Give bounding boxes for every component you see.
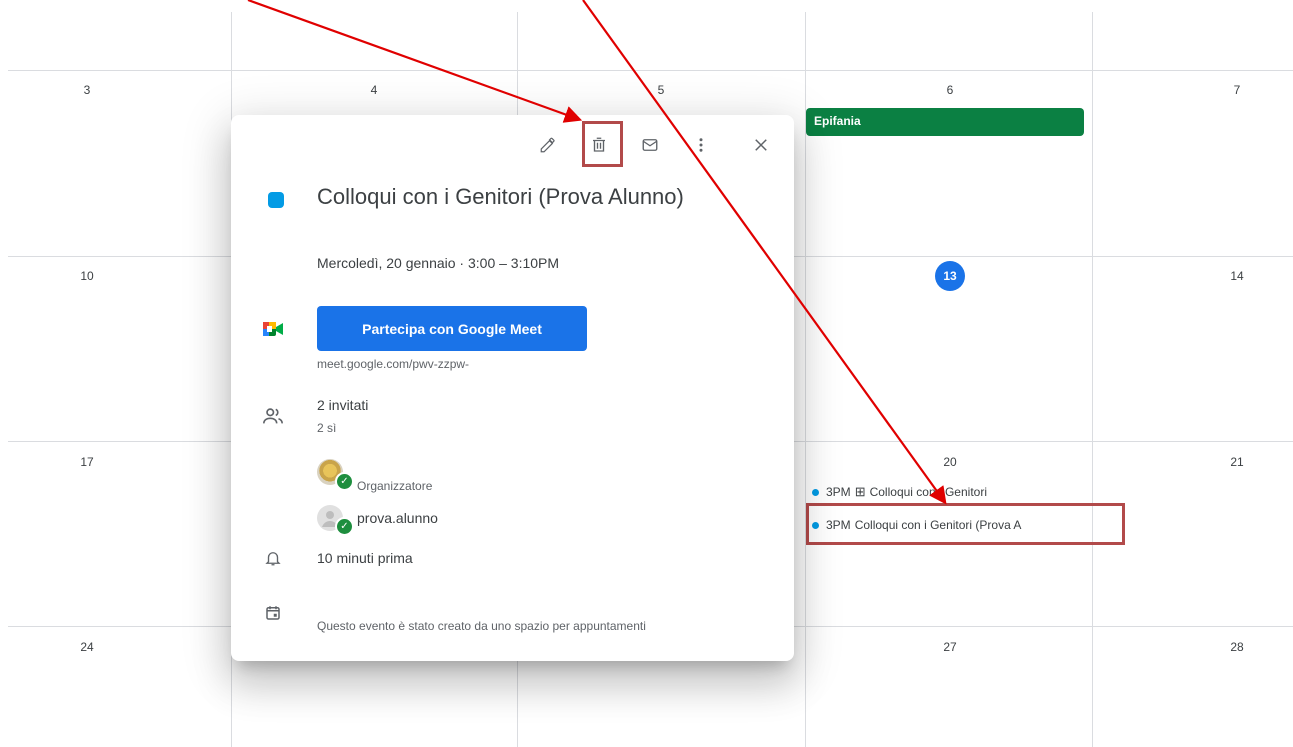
day-number[interactable]: 20 xyxy=(935,455,965,469)
holiday-event[interactable]: Epifania xyxy=(806,108,1084,136)
calendar-icon xyxy=(259,599,287,627)
event-source-note: Questo evento è stato creato da uno spaz… xyxy=(317,619,646,633)
day-number[interactable]: 5 xyxy=(646,83,676,97)
event-title: Colloqui con i Genitori (Prova Alunno) xyxy=(317,184,684,209)
day-number[interactable]: 27 xyxy=(935,640,965,654)
day-number[interactable]: 24 xyxy=(72,640,102,654)
guests-yes-count: 2 sì xyxy=(317,421,337,435)
reminder-text: 10 minuti prima xyxy=(317,550,413,566)
accepted-check-icon: ✓ xyxy=(335,472,354,491)
event-details-popup: Colloqui con i Genitori (Prova Alunno) M… xyxy=(231,115,794,661)
day-number[interactable]: 28 xyxy=(1222,640,1252,654)
event-color-swatch xyxy=(268,192,284,208)
event-highlight-box xyxy=(806,503,1125,545)
close-icon[interactable] xyxy=(747,131,775,159)
day-number[interactable]: 6 xyxy=(935,83,965,97)
day-number[interactable]: 21 xyxy=(1222,455,1252,469)
day-number[interactable]: 7 xyxy=(1222,83,1252,97)
edit-icon[interactable] xyxy=(534,131,562,159)
more-options-icon[interactable] xyxy=(687,131,715,159)
guests-count: 2 invitati xyxy=(317,397,369,413)
event-color-dot xyxy=(812,488,819,496)
join-meet-button[interactable]: Partecipa con Google Meet xyxy=(317,306,587,351)
day-number[interactable]: 3 xyxy=(72,83,102,97)
guest-name: prova.alunno xyxy=(357,510,438,526)
event-title: Colloqui con i Genitori xyxy=(869,485,987,499)
grid-line xyxy=(1092,12,1093,747)
day-number[interactable]: 4 xyxy=(359,83,389,97)
organizer-label: Organizzatore xyxy=(357,479,433,493)
bell-icon xyxy=(259,544,287,572)
event-datetime: Mercoledì, 20 gennaio · 3:00 – 3:10PM xyxy=(317,255,560,271)
grid-line xyxy=(8,70,1293,71)
day-number[interactable]: 10 xyxy=(72,269,102,283)
guests-icon xyxy=(259,402,287,430)
day-number[interactable]: 17 xyxy=(72,455,102,469)
google-meet-icon xyxy=(259,315,287,343)
calendar-event[interactable]: 3PM ⊞ Colloqui con i Genitori xyxy=(812,482,987,502)
meet-link[interactable]: meet.google.com/pwv-zzpw- xyxy=(317,357,469,371)
event-time: 3PM xyxy=(826,485,851,499)
email-icon[interactable] xyxy=(636,131,664,159)
today-day-number[interactable]: 13 xyxy=(935,261,965,291)
delete-highlight-box xyxy=(582,121,623,167)
appointment-slots-icon: ⊞ xyxy=(854,484,866,499)
accepted-check-icon: ✓ xyxy=(335,517,354,536)
day-number[interactable]: 14 xyxy=(1222,269,1252,283)
